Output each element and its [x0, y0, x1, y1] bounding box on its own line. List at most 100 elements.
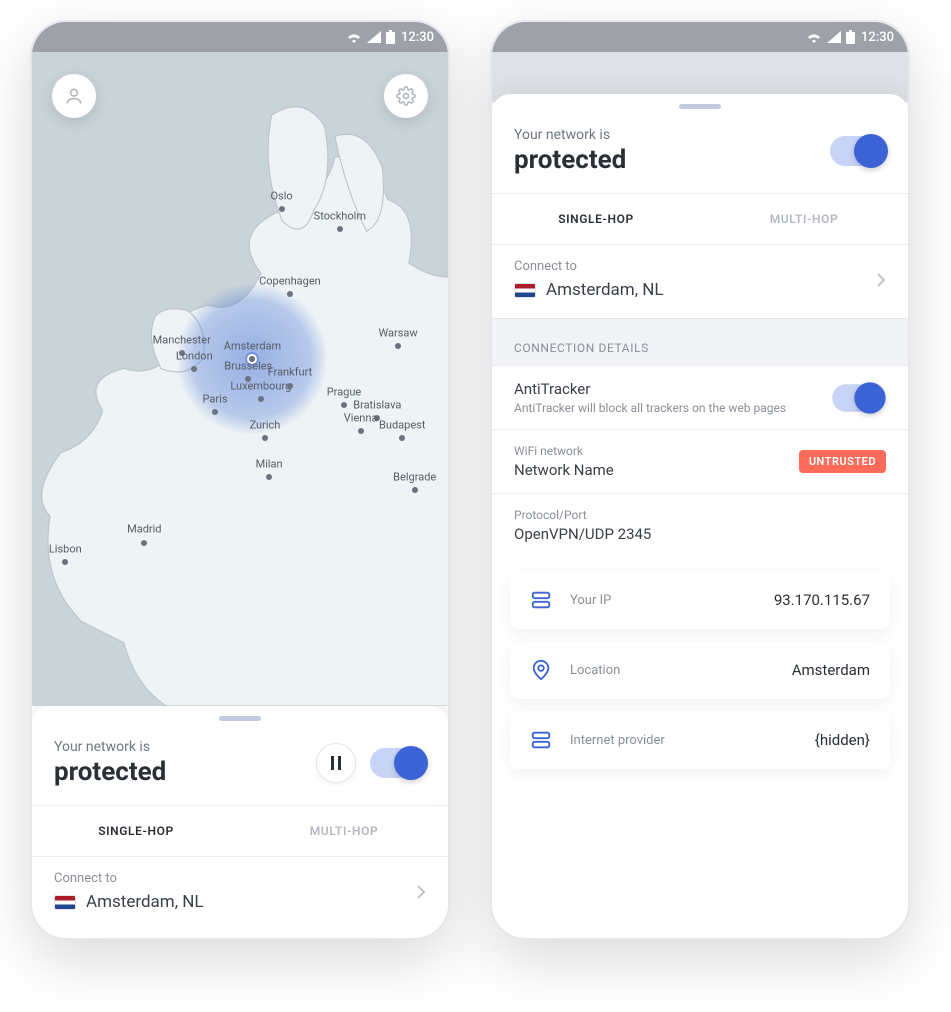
untrusted-badge: UNTRUSTED — [799, 450, 886, 473]
connect-to-row[interactable]: Connect to Amsterdam, NL — [32, 856, 448, 930]
tab-single-hop[interactable]: SINGLE-HOP — [492, 194, 700, 244]
wifi-row[interactable]: WiFi network Network Name UNTRUSTED — [492, 429, 908, 493]
hop-tabs: SINGLE-HOP MULTI-HOP — [32, 805, 448, 856]
battery-icon — [846, 30, 855, 44]
info-cards: Your IP 93.170.115.67 Location Amsterdam… — [492, 557, 908, 783]
city-label: Frankfurt — [268, 366, 313, 379]
antitracker-sub: AntiTracker will block all trackers on t… — [514, 401, 786, 415]
city-dot — [341, 402, 347, 408]
isp-value: {hidden} — [815, 731, 870, 749]
city-label: Vienna — [344, 412, 378, 425]
city-dot — [412, 487, 418, 493]
city-dot — [266, 474, 272, 480]
city-label: Belgrade — [393, 471, 436, 484]
antitracker-row: AntiTracker AntiTracker will block all t… — [492, 365, 908, 429]
connect-city: Amsterdam, NL — [546, 280, 664, 300]
city-label: Stockholm — [314, 209, 366, 222]
connect-label: Connect to — [54, 871, 426, 886]
chevron-right-icon — [876, 272, 886, 292]
city-label: Amsterdam — [224, 340, 281, 353]
city-dot — [337, 226, 343, 232]
city-dot — [141, 540, 147, 546]
city-dot — [212, 409, 218, 415]
connect-city: Amsterdam, NL — [86, 892, 204, 912]
connection-status-text: Your network is protected — [54, 739, 166, 787]
city-label: Oslo — [270, 189, 292, 202]
city-dot — [287, 291, 293, 297]
status-label: Your network is — [54, 739, 166, 755]
city-dot — [191, 366, 197, 372]
chevron-right-icon — [416, 884, 426, 904]
protocol-label: Protocol/Port — [514, 508, 651, 522]
vpn-toggle[interactable] — [830, 136, 886, 166]
signal-icon — [827, 31, 841, 43]
location-icon — [530, 659, 554, 681]
connect-label: Connect to — [514, 259, 886, 274]
city-dot — [399, 435, 405, 441]
signal-icon — [367, 31, 381, 43]
wifi-icon — [806, 31, 822, 43]
city-label: London — [176, 350, 213, 363]
phone-right-details-view: 12:30 Your network is protected SINGLE-H… — [490, 20, 910, 940]
status-bar: 12:30 — [32, 22, 448, 52]
location-value: Amsterdam — [792, 661, 870, 679]
city-label: Bratislava — [353, 399, 401, 412]
protocol-value: OpenVPN/UDP 2345 — [514, 525, 651, 543]
tab-multi-hop[interactable]: MULTI-HOP — [700, 194, 908, 244]
status-icons — [346, 30, 395, 44]
antitracker-toggle[interactable] — [832, 384, 884, 412]
section-connection-details-label: CONNECTION DETAILS — [492, 318, 908, 365]
wifi-label: WiFi network — [514, 444, 614, 458]
city-dot — [395, 343, 401, 349]
connect-to-row[interactable]: Connect to Amsterdam, NL — [492, 244, 908, 318]
status-icons — [806, 30, 855, 44]
city-label: Luxembourg — [230, 379, 291, 392]
gear-icon — [396, 86, 416, 106]
wifi-value: Network Name — [514, 461, 614, 479]
card-ip: Your IP 93.170.115.67 — [510, 571, 890, 629]
connection-status-text: Your network is protected — [514, 127, 626, 175]
city-label: Prague — [327, 386, 362, 399]
bottom-sheet[interactable]: Your network is protected SINGLE-HOP MUL… — [32, 706, 448, 938]
card-location: Location Amsterdam — [510, 641, 890, 699]
card-isp: Internet provider {hidden} — [510, 711, 890, 769]
profile-button[interactable] — [52, 74, 96, 118]
city-dot — [287, 383, 293, 389]
hop-tabs: SINGLE-HOP MULTI-HOP — [492, 193, 908, 244]
city-dot — [262, 435, 268, 441]
expanded-sheet[interactable]: Your network is protected SINGLE-HOP MUL… — [492, 94, 908, 938]
ip-label: Your IP — [570, 593, 611, 608]
status-bar: 12:30 — [492, 22, 908, 52]
pause-icon — [330, 756, 342, 770]
antitracker-title: AntiTracker — [514, 380, 786, 398]
flag-nl-icon — [514, 283, 536, 298]
tab-multi-hop[interactable]: MULTI-HOP — [240, 806, 448, 856]
city-label: Manchester — [153, 333, 211, 346]
flag-nl-icon — [54, 895, 76, 910]
server-icon — [530, 589, 554, 611]
city-dot — [62, 559, 68, 565]
battery-icon — [386, 30, 395, 44]
clock: 12:30 — [401, 30, 434, 45]
settings-button[interactable] — [384, 74, 428, 118]
wifi-icon — [346, 31, 362, 43]
vpn-toggle[interactable] — [370, 748, 426, 778]
city-dot — [279, 206, 285, 212]
clock: 12:30 — [861, 30, 894, 45]
protocol-row[interactable]: Protocol/Port OpenVPN/UDP 2345 — [492, 493, 908, 557]
isp-label: Internet provider — [570, 733, 665, 748]
city-label: Paris — [203, 392, 228, 405]
sheet-grabber[interactable] — [679, 104, 721, 109]
phone-left-map-view: 12:30 Oslo Stockholm Copenhagen Manchester L… — [30, 20, 450, 940]
city-label: Zurich — [250, 418, 281, 431]
user-icon — [64, 86, 84, 106]
sheet-grabber[interactable] — [219, 716, 261, 721]
city-label: Budapest — [379, 418, 425, 431]
city-label: Copenhagen — [259, 274, 321, 287]
city-label: Lisbon — [49, 543, 82, 556]
status-label: Your network is — [514, 127, 626, 143]
map[interactable]: Oslo Stockholm Copenhagen Manchester London A… — [32, 52, 448, 706]
pause-button[interactable] — [316, 743, 356, 783]
tab-single-hop[interactable]: SINGLE-HOP — [32, 806, 240, 856]
city-label: Milan — [256, 458, 283, 471]
